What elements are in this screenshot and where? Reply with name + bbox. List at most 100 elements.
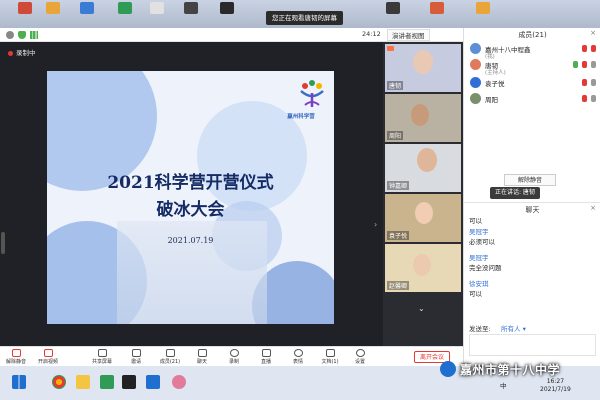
school-logo-icon (440, 361, 456, 377)
members-label: 成员(21) (159, 359, 181, 365)
desktop-background: 您正在观看唐韧的屏幕 (0, 0, 600, 28)
browser-icon[interactable] (52, 375, 66, 389)
invite-button[interactable]: 邀请 (122, 349, 150, 365)
desktop-app-icon[interactable] (80, 2, 94, 14)
desktop-app-icon[interactable] (184, 2, 198, 14)
camera-icon (387, 46, 394, 51)
avatar (470, 43, 481, 54)
member-row[interactable]: 袁子悦 (470, 76, 598, 90)
unmute-all-button[interactable]: 解除静音 (504, 174, 556, 186)
participant-video-strip: 唐韧 周阳 钟嘉卿 袁子悦 赵馨卿 ⌄ (383, 42, 463, 346)
spreadsheet-icon[interactable] (100, 375, 114, 389)
share-screen-icon[interactable] (591, 61, 596, 68)
desktop-app-icon[interactable] (430, 2, 444, 14)
record-button[interactable]: 录制 (220, 349, 248, 365)
desktop-app-icon[interactable] (220, 2, 234, 14)
video-tile[interactable]: 周阳 (385, 94, 461, 142)
school-watermark: 嘉州市第十八中学 (440, 358, 600, 380)
windows-start-icon[interactable] (12, 375, 26, 389)
chat-button[interactable]: 聊天 (188, 349, 216, 365)
camera-icon[interactable] (591, 79, 596, 86)
meeting-timer: 24:12 (362, 30, 381, 38)
video-tile[interactable]: 钟嘉卿 (385, 144, 461, 192)
share-screen-label: 共享屏幕 (91, 359, 112, 365)
desktop-app-icon[interactable] (476, 2, 490, 14)
chat-message: 吴冠宇 完全没问题 (469, 252, 502, 272)
watermark-text: 嘉州市第十八中学 (460, 363, 561, 377)
chat-sender[interactable]: 吴冠宇 (469, 252, 502, 262)
avatar (470, 59, 481, 70)
close-icon[interactable]: × (590, 29, 596, 37)
input-language-indicator[interactable]: 中 (500, 380, 507, 390)
chat-input[interactable] (469, 334, 596, 356)
desktop-app-icon[interactable] (46, 2, 60, 14)
camera-icon[interactable] (582, 61, 587, 68)
screen-share-hint: 您正在观看唐韧的屏幕 (266, 11, 343, 25)
members-button[interactable]: 成员(21) (156, 349, 184, 365)
share-screen-icon (97, 349, 107, 357)
recording-indicator: 录制中 (8, 47, 36, 57)
clock-date: 2021/7/19 (540, 386, 571, 393)
video-tile[interactable]: 袁子悦 (385, 194, 461, 242)
member-row[interactable]: 嘉州十八中程鑫 (我) (470, 42, 598, 60)
video-tile[interactable]: 赵馨卿 (385, 244, 461, 292)
chat-message-text: 完全没问题 (469, 264, 502, 272)
video-tile[interactable]: 唐韧 (385, 44, 461, 92)
chat-message: 徐安琪 可以 (469, 278, 489, 298)
top-toolbar: 24:12 演讲者视图 (0, 28, 463, 42)
info-icon[interactable] (6, 31, 14, 39)
app-icon[interactable] (172, 375, 186, 389)
shield-icon[interactable] (18, 31, 26, 39)
scroll-down-icon[interactable]: ⌄ (418, 304, 425, 313)
camera-icon[interactable] (591, 95, 596, 102)
participant-face (413, 50, 433, 74)
meeting-app-icon[interactable] (146, 375, 160, 389)
microphone-muted-icon[interactable] (582, 45, 587, 52)
video-editor-icon[interactable] (122, 375, 136, 389)
documents-button[interactable]: 文档(1) (316, 349, 344, 365)
slide-title: 2021科学营开营仪式 (107, 173, 274, 193)
chat-sender[interactable]: 吴冠宇 (469, 226, 495, 236)
speaker-view-button[interactable]: 演讲者视图 (387, 29, 430, 41)
speaker-view-label: 演讲者视图 (392, 32, 425, 40)
close-icon[interactable]: × (590, 204, 596, 212)
member-controls (578, 79, 596, 88)
camera-off-icon[interactable] (591, 45, 596, 52)
unmute-button[interactable]: 解除静音 (2, 349, 30, 365)
member-row[interactable]: 唐韧 (主持人) (470, 58, 598, 76)
system-clock[interactable]: 16:27 2021/7/19 (540, 378, 571, 394)
chat-label: 聊天 (196, 359, 207, 365)
file-explorer-icon[interactable] (76, 375, 90, 389)
science-camp-logo (300, 80, 324, 107)
share-screen-button[interactable]: 共享屏幕 (88, 349, 116, 365)
invite-label: 邀请 (130, 359, 141, 365)
recording-dot-icon (8, 50, 13, 56)
participant-name: 钟嘉卿 (387, 181, 410, 190)
chat-sender[interactable]: 徐安琪 (469, 278, 489, 288)
desktop-app-icon[interactable] (386, 2, 400, 14)
chat-message-text: 必须可以 (469, 238, 495, 246)
start-video-button[interactable]: 开启视频 (34, 349, 62, 365)
collapse-arrow-icon[interactable]: › (374, 220, 377, 229)
desktop-app-icon[interactable] (150, 2, 164, 14)
send-to-select[interactable]: 所有人 ▾ (501, 323, 526, 333)
microphone-muted-icon[interactable] (582, 79, 587, 86)
chat-icon (197, 349, 207, 357)
gear-icon (355, 349, 365, 357)
member-controls (578, 45, 596, 54)
member-row[interactable]: 周阳 (470, 92, 598, 106)
slide-date: 2021.07.19 (167, 236, 214, 245)
microphone-icon[interactable] (573, 61, 578, 68)
live-stream-button[interactable]: 直播 (252, 349, 280, 365)
record-icon (229, 349, 239, 357)
desktop-app-icon[interactable] (18, 2, 32, 14)
send-to-value: 所有人 (501, 325, 521, 333)
settings-button[interactable]: 设置 (346, 349, 374, 365)
presentation-slide: 赢州科学营 2021科学营开营仪式 破冰大会 2021.07.19 (47, 71, 334, 324)
slide-subtitle: 破冰大会 (156, 200, 225, 220)
desktop-app-icon[interactable] (118, 2, 132, 14)
settings-label: 设置 (354, 359, 365, 365)
side-handle[interactable] (1, 232, 5, 254)
emoji-button[interactable]: 表情 (284, 349, 312, 365)
microphone-muted-icon[interactable] (582, 95, 587, 102)
